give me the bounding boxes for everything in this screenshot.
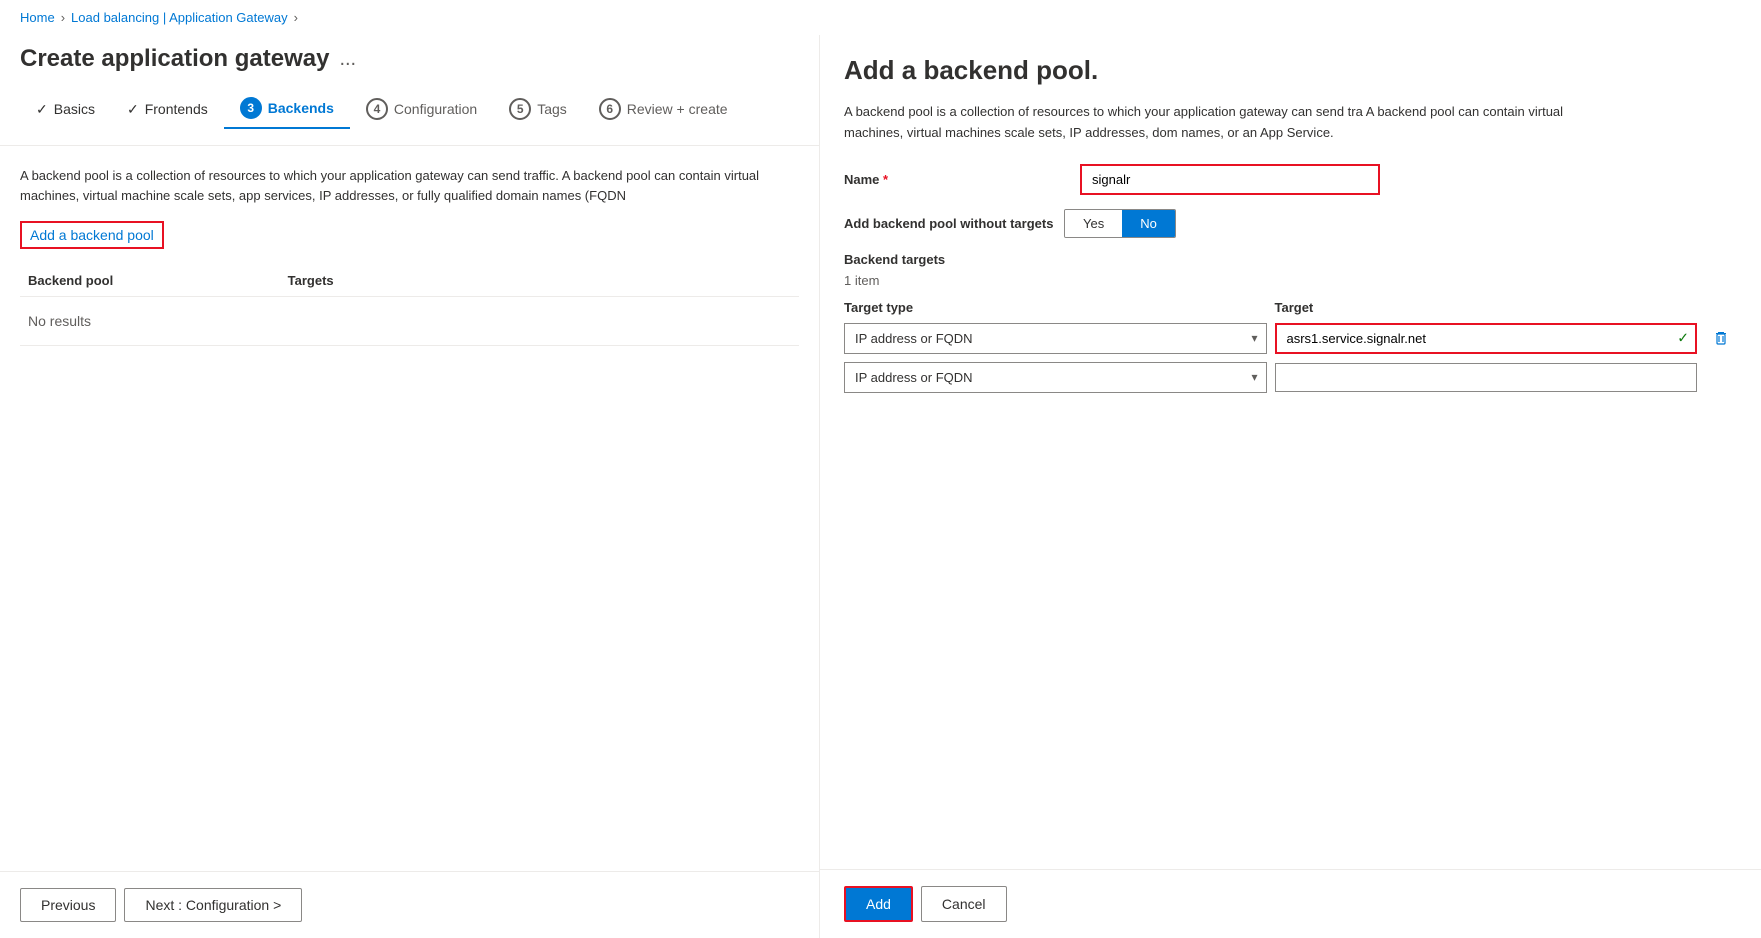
check-icon-frontends: ✓ <box>127 101 139 118</box>
step-backends-label: Backends <box>268 100 334 116</box>
step-basics[interactable]: ✓ Basics <box>20 93 111 126</box>
breadcrumb: Home › Load balancing | Application Gate… <box>0 0 1761 35</box>
targets-header: Target type Target <box>844 300 1737 315</box>
step-basics-label: Basics <box>54 101 95 117</box>
step-backends[interactable]: 3 Backends <box>224 89 350 129</box>
target-input-wrapper-2 <box>1275 363 1698 392</box>
previous-button[interactable]: Previous <box>20 888 116 922</box>
more-options-icon[interactable]: ... <box>339 48 356 71</box>
panel-description: A backend pool is a collection of resour… <box>844 102 1604 144</box>
target-input-1[interactable] <box>1275 323 1698 354</box>
target-input-2[interactable] <box>1275 363 1698 392</box>
step-frontends-label: Frontends <box>145 101 208 117</box>
col-target: Target <box>1275 300 1698 315</box>
step-circle-tags: 5 <box>509 98 531 120</box>
target-type-select-2[interactable]: IP address or FQDN ▾ <box>844 362 1267 393</box>
item-count: 1 item <box>844 273 1737 288</box>
col-targets: Targets <box>280 273 540 288</box>
toggle-label: Add backend pool without targets <box>844 216 1064 231</box>
add-backend-pool-link[interactable]: Add a backend pool <box>20 221 164 249</box>
breadcrumb-sep1: › <box>61 10 65 25</box>
step-configuration-label: Configuration <box>394 101 477 117</box>
left-description: A backend pool is a collection of resour… <box>20 166 799 205</box>
page-title: Create application gateway <box>20 45 329 73</box>
col-target-type: Target type <box>844 300 1267 315</box>
cancel-button[interactable]: Cancel <box>921 886 1007 922</box>
target-type-dropdown-2[interactable]: IP address or FQDN <box>845 363 1266 392</box>
trash-icon-1 <box>1713 330 1729 346</box>
right-bottom-bar: Add Cancel <box>820 869 1761 938</box>
toggle-no[interactable]: No <box>1122 210 1175 237</box>
breadcrumb-home[interactable]: Home <box>20 10 55 25</box>
step-tags-label: Tags <box>537 101 567 117</box>
left-panel: Create application gateway ... ✓ Basics … <box>0 35 820 938</box>
panel-title: Add a backend pool. <box>844 55 1737 86</box>
name-row: Name * <box>844 164 1737 195</box>
no-results: No results <box>20 297 799 346</box>
step-circle-review: 6 <box>599 98 621 120</box>
step-review[interactable]: 6 Review + create <box>583 90 744 128</box>
toggle-row: Add backend pool without targets Yes No <box>844 209 1737 238</box>
step-review-label: Review + create <box>627 101 728 117</box>
step-circle-backends: 3 <box>240 97 262 119</box>
breadcrumb-sep2: › <box>294 10 298 25</box>
next-button[interactable]: Next : Configuration > <box>124 888 302 922</box>
backend-targets-label: Backend targets <box>844 252 1737 267</box>
steps-bar: ✓ Basics ✓ Frontends 3 Backends 4 Config… <box>0 89 819 146</box>
toggle-yes[interactable]: Yes <box>1065 210 1122 237</box>
step-configuration[interactable]: 4 Configuration <box>350 90 493 128</box>
target-type-dropdown-1[interactable]: IP address or FQDN <box>845 324 1266 353</box>
col-backend-pool: Backend pool <box>20 273 280 288</box>
delete-row-1-button[interactable] <box>1705 326 1737 350</box>
breadcrumb-loadbalancing[interactable]: Load balancing | Application Gateway <box>71 10 288 25</box>
name-label: Name * <box>844 172 1064 187</box>
bottom-bar-left: Previous Next : Configuration > <box>0 871 819 938</box>
step-frontends[interactable]: ✓ Frontends <box>111 93 224 126</box>
toggle-group: Yes No <box>1064 209 1176 238</box>
target-type-select-1[interactable]: IP address or FQDN ▾ <box>844 323 1267 354</box>
right-panel: Add a backend pool. A backend pool is a … <box>820 35 1761 938</box>
target-row-1: IP address or FQDN ▾ ✓ <box>844 323 1737 354</box>
name-input[interactable] <box>1080 164 1380 195</box>
step-tags[interactable]: 5 Tags <box>493 90 583 128</box>
target-row-2: IP address or FQDN ▾ <box>844 362 1737 393</box>
check-icon-basics: ✓ <box>36 101 48 118</box>
add-button[interactable]: Add <box>844 886 913 922</box>
target-input-wrapper-1: ✓ <box>1275 323 1698 354</box>
table-header: Backend pool Targets <box>20 265 799 297</box>
step-circle-configuration: 4 <box>366 98 388 120</box>
